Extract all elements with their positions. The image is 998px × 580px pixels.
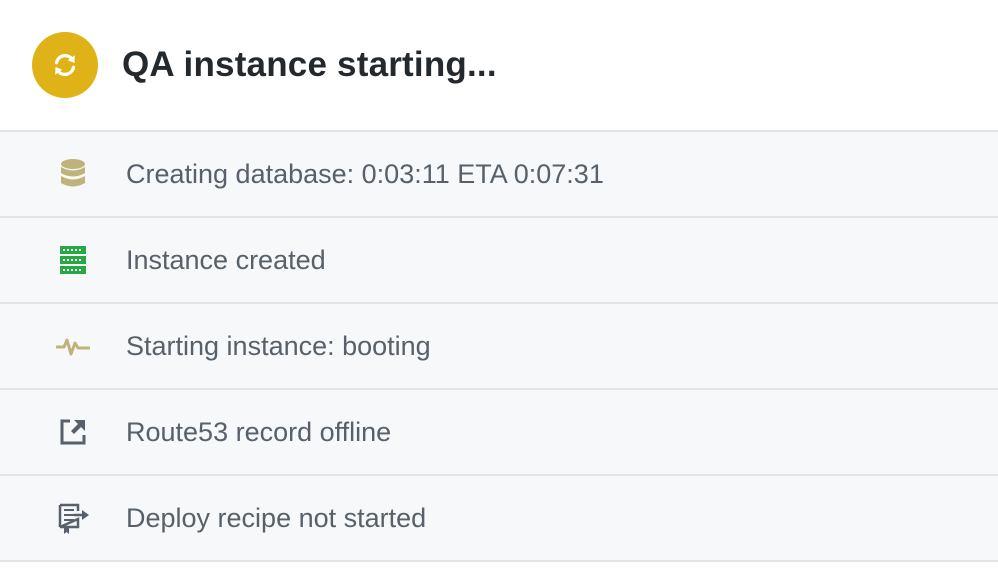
step-create-database: Creating database: 0:03:11 ETA 0:07:31	[0, 132, 998, 218]
step-label: Starting instance: booting	[126, 330, 431, 361]
step-label: Deploy recipe not started	[126, 502, 427, 533]
deployment-status-panel: QA instance starting... Creating databas…	[0, 0, 998, 580]
step-deploy-recipe: Deploy recipe not started	[0, 476, 998, 562]
step-route53-record: Route53 record offline	[0, 390, 998, 476]
step-label: Route53 record offline	[126, 416, 392, 447]
step-list: Creating database: 0:03:11 ETA 0:07:31 I…	[0, 132, 998, 562]
step-starting-instance: Starting instance: booting	[0, 304, 998, 390]
step-instance-created: Instance created	[0, 218, 998, 304]
step-label: Creating database: 0:03:11 ETA 0:07:31	[126, 158, 604, 189]
page-title: QA instance starting...	[122, 45, 497, 84]
panel-header: QA instance starting...	[0, 0, 998, 132]
pulse-icon	[56, 329, 90, 363]
step-label: Instance created	[126, 244, 326, 275]
sync-icon	[54, 54, 76, 76]
database-icon	[56, 157, 90, 191]
status-indicator	[32, 32, 98, 98]
server-icon	[56, 243, 90, 277]
repo-push-icon	[56, 501, 90, 535]
link-external-icon	[56, 415, 90, 449]
